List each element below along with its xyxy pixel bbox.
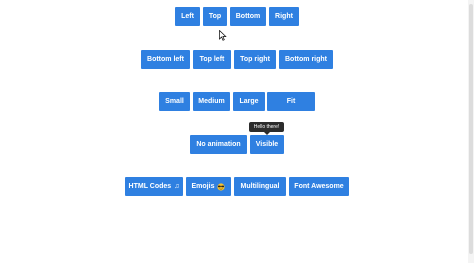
emojis-button[interactable]: Emojis [186,177,231,196]
top-button[interactable]: Top [203,7,227,26]
left-button-label: Left [181,13,194,20]
bottom-left-button-label: Bottom left [147,56,184,63]
fit-button-label: Fit [286,98,296,105]
top-right-button-label: Top right [240,56,270,63]
medium-button-label: Medium [198,98,225,105]
mouse-pointer-icon [219,30,227,41]
multilingual-button-label: Multilingual [240,183,280,190]
bottom-right-button[interactable]: Bottom right [279,50,333,69]
sunglasses-emoji-icon [217,182,226,191]
visible-button-label: Visible [255,141,279,148]
bottom-left-button[interactable]: Bottom left [141,50,190,69]
font-awesome-button[interactable]: Font Awesome [289,177,349,196]
multilingual-button[interactable]: Multilingual [234,177,286,196]
music-note-icon: ♫ [174,183,180,190]
fit-button[interactable]: Fit [267,92,315,111]
right-button-label: Right [275,13,293,20]
html-codes-button[interactable]: HTML Codes ♫ [125,177,183,196]
large-button-label: Large [239,98,259,105]
emojis-button-label: Emojis [191,183,215,190]
page: Left Top Bottom Right Bottom left Top le… [0,0,474,263]
bottom-button[interactable]: Bottom [230,7,266,26]
tooltip-text: Hello there! [253,124,280,130]
medium-button[interactable]: Medium [193,92,230,111]
no-animation-button[interactable]: No animation [190,135,247,154]
left-button[interactable]: Left [175,7,200,26]
tooltip: Hello there! [249,122,284,132]
bottom-button-label: Bottom [235,13,261,20]
bottom-right-button-label: Bottom right [285,56,327,63]
large-button[interactable]: Large [233,92,265,111]
html-codes-button-label: HTML Codes [128,183,172,190]
right-button[interactable]: Right [269,7,299,26]
font-awesome-button-label: Font Awesome [294,183,344,190]
top-left-button-label: Top left [199,56,225,63]
small-button-label: Small [165,98,184,105]
visible-button[interactable]: Visible [250,135,284,154]
scrollbar-thumb[interactable] [469,4,473,254]
top-button-label: Top [208,13,222,20]
small-button[interactable]: Small [159,92,190,111]
top-right-button[interactable]: Top right [234,50,276,69]
no-animation-button-label: No animation [196,141,241,148]
top-left-button[interactable]: Top left [193,50,231,69]
